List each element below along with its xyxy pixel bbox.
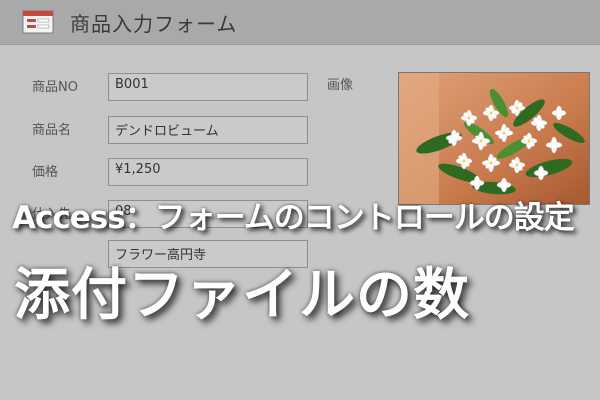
overlay-title: Access：フォームのコントロールの設定 [12, 200, 575, 236]
flower-image [399, 73, 589, 204]
overlay-subtitle: 添付ファイルの数 [14, 263, 470, 328]
form-icon [22, 10, 54, 34]
product-name-label: 商品名 [32, 123, 72, 138]
flower-photo[interactable] [398, 72, 590, 205]
product-name-field[interactable]: デンドロビューム [108, 116, 308, 144]
form-title: 商品入力フォーム [70, 12, 238, 36]
product-no-field[interactable]: B001 [108, 73, 308, 101]
form-header: 商品入力フォーム [0, 0, 600, 45]
image-label: 画像 [327, 78, 354, 93]
price-label: 価格 [32, 165, 59, 180]
price-field[interactable]: ¥1,250 [108, 158, 308, 186]
product-no-label: 商品NO [32, 80, 78, 95]
